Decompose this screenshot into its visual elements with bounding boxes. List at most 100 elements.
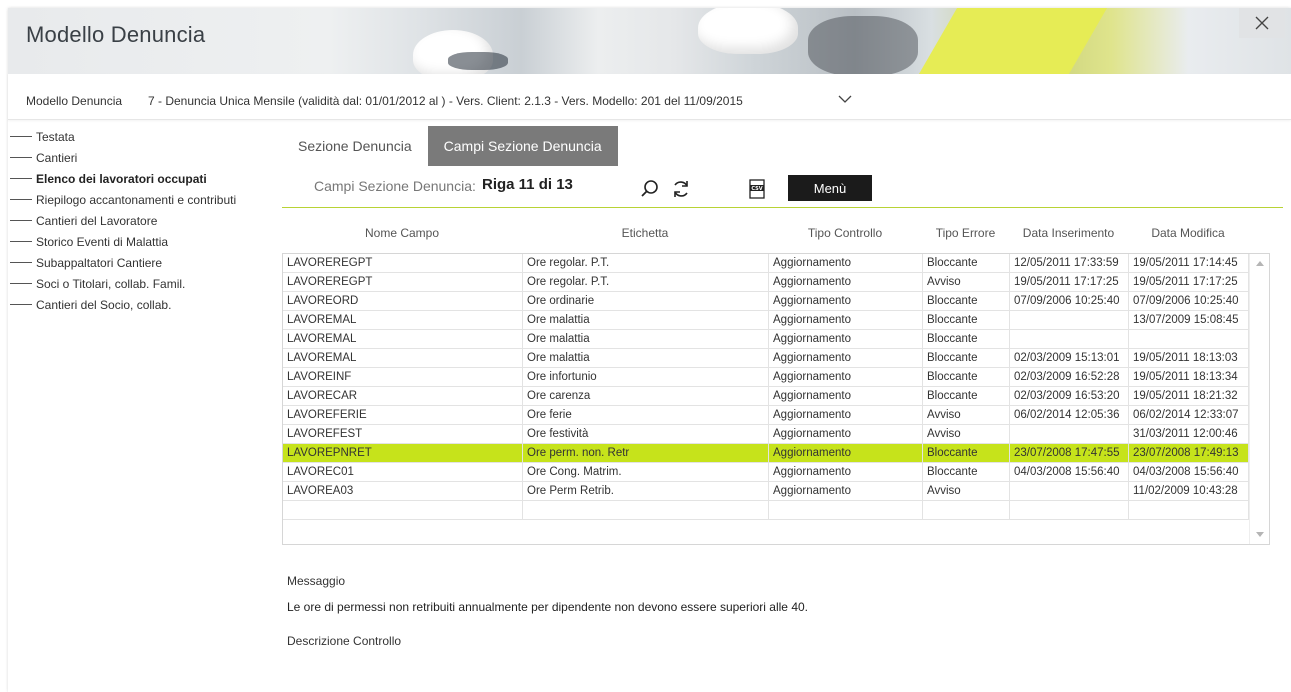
column-header-tipo-controllo[interactable]: Tipo Controllo: [768, 222, 922, 244]
cell-etichetta: Ore regolar. P.T.: [523, 254, 769, 272]
scroll-up-icon[interactable]: [1256, 260, 1264, 268]
tab[interactable]: Campi Sezione Denuncia: [427, 126, 618, 166]
cell-data-modifica: 13/07/2009 15:08:45: [1129, 311, 1249, 329]
chevron-down-icon[interactable]: [838, 92, 852, 106]
sidebar-item-label: Subappaltatori Cantiere: [36, 255, 163, 270]
cell-tipo-controllo: Aggiornamento: [769, 292, 923, 310]
model-bar: Modello Denuncia 7 - Denuncia Unica Mens…: [8, 74, 1291, 120]
cell-data-modifica: 19/05/2011 18:13:34: [1129, 368, 1249, 386]
table-row[interactable]: LAVOREPNRET Ore perm. non. Retr Aggiorname…: [283, 444, 1269, 463]
model-select[interactable]: 7 - Denuncia Unica Mensile (validità dal…: [138, 88, 858, 112]
cell-tipo-controllo: Aggiornamento: [769, 349, 923, 367]
table-row[interactable]: LAVOREINF Ore infortunio Aggiornamento Bloc…: [283, 368, 1269, 387]
sidebar-item[interactable]: Testata: [8, 126, 278, 147]
banner-helmet-image: [698, 8, 798, 54]
app-title: Modello Denuncia: [26, 22, 206, 47]
sidebar-item[interactable]: Riepilogo accantonamenti e contributi: [8, 189, 278, 210]
grid-header: Nome Campo Etichetta Tipo Controllo Tipo Er…: [282, 222, 1270, 244]
cell-nome-campo: LAVOREA03: [283, 482, 523, 500]
cell-tipo-controllo: Aggiornamento: [769, 330, 923, 348]
sidebar-item[interactable]: Storico Eventi di Malattia: [8, 231, 278, 252]
cell-etichetta: [523, 501, 769, 519]
record-label: Campi Sezione Denuncia:: [314, 178, 476, 194]
cell-tipo-controllo: Aggiornamento: [769, 482, 923, 500]
cell-data-inserimento: 02/03/2009 16:53:20: [1010, 387, 1129, 405]
table-row[interactable]: LAVOREA03 Ore Perm Retrib. Aggiornamento Av…: [283, 482, 1269, 501]
cell-nome-campo: LAVOREFERIE: [283, 406, 523, 424]
close-button[interactable]: [1239, 8, 1285, 38]
message-section: Messaggio Le ore di permessi non retribu…: [287, 574, 1267, 648]
sidebar-item[interactable]: Subappaltatori Cantiere: [8, 252, 278, 273]
table-row[interactable]: LAVOREFEST Ore festività Aggiornamento Avvi…: [283, 425, 1269, 444]
tree-line-icon: [10, 157, 32, 158]
column-header-data-modifica[interactable]: Data Modifica: [1128, 222, 1248, 244]
column-header-tipo-errore[interactable]: Tipo Errore: [922, 222, 1009, 244]
cell-tipo-controllo: Aggiornamento: [769, 311, 923, 329]
sidebar-item[interactable]: Cantieri del Socio, collab.: [8, 294, 278, 315]
cell-tipo-errore: Bloccante: [923, 463, 1010, 481]
column-header-data-inserimento[interactable]: Data Inserimento: [1009, 222, 1128, 244]
tab[interactable]: Sezione Denuncia: [282, 126, 428, 166]
cell-etichetta: Ore Cong. Matrim.: [523, 463, 769, 481]
table-row[interactable]: LAVOREREGPT Ore regolar. P.T. Aggiornament…: [283, 254, 1269, 273]
cell-nome-campo: LAVOREMAL: [283, 311, 523, 329]
model-select-value: 7 - Denuncia Unica Mensile (validità dal…: [148, 94, 743, 108]
accent-divider: [282, 207, 1283, 208]
table-row[interactable]: LAVOREORD Ore ordinarie Aggiornamento Blocc…: [283, 292, 1269, 311]
cell-data-modifica: 06/02/2014 12:33:07: [1129, 406, 1249, 424]
cell-data-modifica: 31/03/2011 12:00:46: [1129, 425, 1249, 443]
vertical-scrollbar[interactable]: [1249, 254, 1269, 544]
cell-etichetta: Ore carenza: [523, 387, 769, 405]
cell-nome-campo: [283, 501, 523, 519]
cell-tipo-errore: Bloccante: [923, 330, 1010, 348]
cell-data-inserimento: [1010, 501, 1129, 519]
sidebar-item-label: Testata: [36, 129, 75, 144]
table-row[interactable]: [283, 501, 1269, 520]
banner-worker-image: [808, 16, 918, 74]
search-icon[interactable]: [639, 178, 661, 200]
cell-data-inserimento: [1010, 482, 1129, 500]
cell-data-modifica: 04/03/2008 15:56:40: [1129, 463, 1249, 481]
cell-etichetta: Ore ferie: [523, 406, 769, 424]
cell-tipo-errore: Avviso: [923, 482, 1010, 500]
sidebar-item-label: Cantieri del Socio, collab.: [36, 297, 172, 312]
refresh-icon[interactable]: [670, 178, 692, 200]
tree-line-icon: [10, 199, 32, 200]
csv-export-icon[interactable]: CSV: [746, 178, 768, 200]
cell-data-modifica: 19/05/2011 17:14:45: [1129, 254, 1249, 272]
svg-text:CSV: CSV: [751, 186, 762, 192]
cell-etichetta: Ore infortunio: [523, 368, 769, 386]
close-icon: [1255, 16, 1269, 30]
sidebar-item[interactable]: Elenco dei lavoratori occupati: [8, 168, 278, 189]
sidebar-item[interactable]: Cantieri del Lavoratore: [8, 210, 278, 231]
table-row[interactable]: LAVOREFERIE Ore ferie Aggiornamento Avviso 0…: [283, 406, 1269, 425]
column-header-etichetta[interactable]: Etichetta: [522, 222, 768, 244]
cell-tipo-controllo: Aggiornamento: [769, 444, 923, 462]
sidebar-item[interactable]: Cantieri: [8, 147, 278, 168]
menu-button[interactable]: Menù: [788, 175, 872, 201]
cell-tipo-errore: Avviso: [923, 425, 1010, 443]
table-row[interactable]: LAVOREREGPT Ore regolar. P.T. Aggiornament…: [283, 273, 1269, 292]
cell-data-inserimento: [1010, 330, 1129, 348]
sidebar-item[interactable]: Soci o Titolari, collab. Famil.: [8, 273, 278, 294]
table-row[interactable]: LAVOREMAL Ore malattia Aggiornamento Blocca…: [283, 311, 1269, 330]
scroll-down-icon[interactable]: [1256, 530, 1264, 538]
cell-data-inserimento: 04/03/2008 15:56:40: [1010, 463, 1129, 481]
cell-nome-campo: LAVOREC01: [283, 463, 523, 481]
table-row[interactable]: LAVORECAR Ore carenza Aggiornamento Bloccan…: [283, 387, 1269, 406]
sidebar-item-label: Cantieri: [36, 150, 78, 165]
data-grid: LAVOREREGPT Ore regolar. P.T. Aggiornament…: [282, 253, 1270, 545]
grid-body: LAVOREREGPT Ore regolar. P.T. Aggiornament…: [283, 254, 1269, 520]
table-row[interactable]: LAVOREMAL Ore malattia Aggiornamento Blocca…: [283, 349, 1269, 368]
cell-nome-campo: LAVOREREGPT: [283, 254, 523, 272]
column-header-nome-campo[interactable]: Nome Campo: [282, 222, 522, 244]
cell-tipo-errore: Avviso: [923, 406, 1010, 424]
message-title: Messaggio: [287, 574, 346, 588]
cell-nome-campo: LAVOREPNRET: [283, 444, 523, 462]
tree-line-icon: [10, 283, 32, 284]
cell-data-inserimento: 23/07/2008 17:47:55: [1010, 444, 1129, 462]
table-row[interactable]: LAVOREC01 Ore Cong. Matrim. Aggiornamento B…: [283, 463, 1269, 482]
cell-tipo-controllo: Aggiornamento: [769, 406, 923, 424]
cell-tipo-controllo: Aggiornamento: [769, 273, 923, 291]
table-row[interactable]: LAVOREMAL Ore malattia Aggiornamento Blocca…: [283, 330, 1269, 349]
